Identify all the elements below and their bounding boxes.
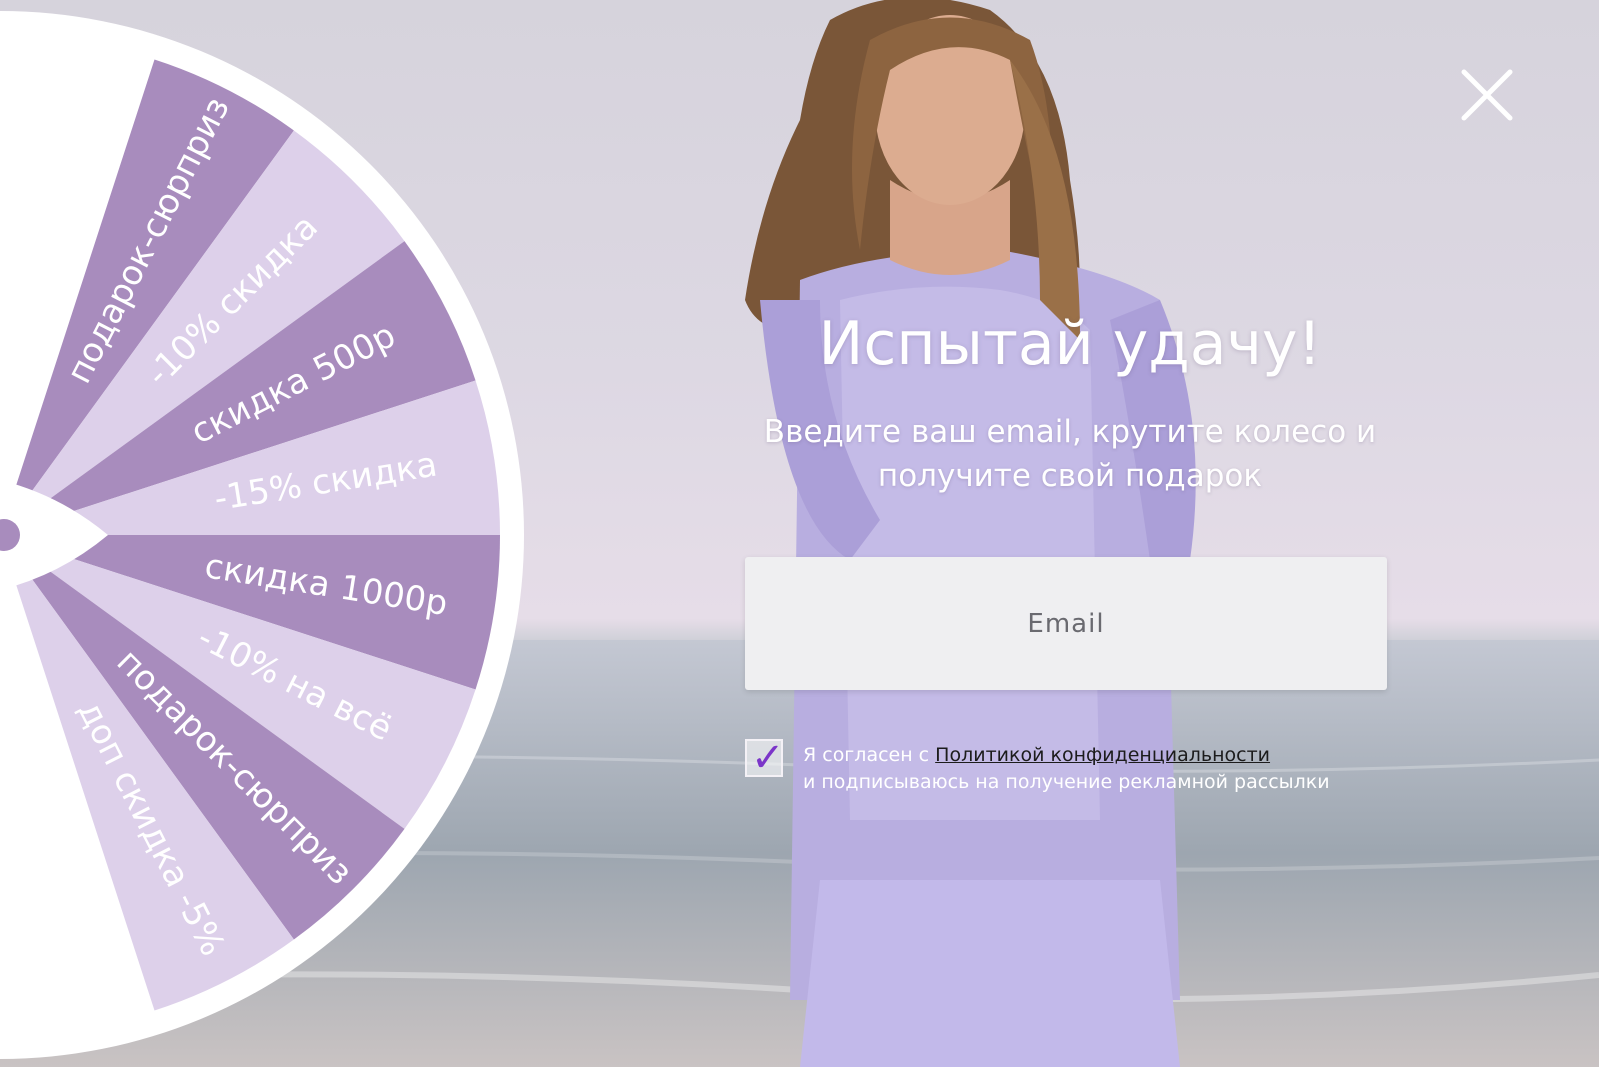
email-input[interactable] <box>745 557 1387 690</box>
consent-line-2: и подписываюсь на получение рекламной ра… <box>803 771 1330 793</box>
subtitle-line-1: Введите ваш email, крутите колесо и <box>763 414 1377 450</box>
consent-checkbox[interactable]: ✓ <box>745 735 785 781</box>
subtitle-line-2: получите свой подарок <box>877 458 1263 494</box>
consent-prefix: Я согласен с <box>803 744 936 766</box>
fortune-wheel[interactable]: подарок-сюрприз-10% скидкаскидка 500р-15… <box>0 0 1599 1067</box>
checkmark-icon: ✓ <box>751 735 785 781</box>
consent-text: Я согласен с Политикой конфиденциальност… <box>803 742 1330 796</box>
privacy-policy-link[interactable]: Политикой конфиденциальности <box>935 744 1270 766</box>
popup-subtitle: Введите ваш email, крутите колесо и полу… <box>735 410 1405 498</box>
close-icon[interactable] <box>1458 66 1516 124</box>
consent-row: ✓ Я согласен с Политикой конфиденциально… <box>745 735 1330 796</box>
popup-title: Испытай удачу! <box>818 309 1322 379</box>
